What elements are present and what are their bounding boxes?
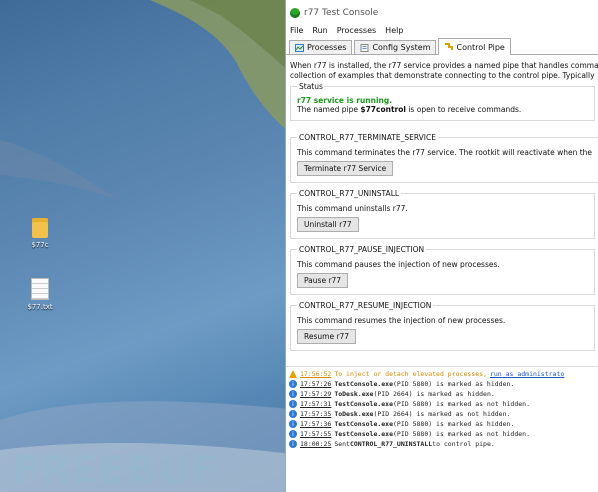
- log-command: CONTROL_R77_UNINSTALL: [349, 440, 433, 448]
- terminate-service-button[interactable]: Terminate r77 Service: [297, 161, 394, 176]
- log-timestamp[interactable]: 17:56:52: [300, 370, 331, 378]
- warning-icon: [289, 370, 297, 378]
- log-timestamp[interactable]: 18:00:25: [300, 440, 331, 448]
- menu-run[interactable]: Run: [312, 26, 327, 38]
- app-icon: [290, 8, 300, 18]
- pause-injection-group: CONTROL_R77_PAUSE_INJECTION This command…: [290, 245, 595, 295]
- log-text-prefix: Sent: [334, 440, 350, 448]
- command-description: This command resumes the injection of ne…: [297, 316, 506, 325]
- log-timestamp[interactable]: 17:57:26: [300, 380, 331, 388]
- log-text: (PID 5880) is marked as hidden.: [393, 420, 515, 428]
- uninstall-group: CONTROL_R77_UNINSTALL This command unins…: [290, 189, 595, 239]
- intro-text: When r77 is installed, the r77 service p…: [290, 61, 598, 81]
- log-timestamp[interactable]: 17:57:36: [300, 420, 331, 428]
- command-legend: CONTROL_R77_PAUSE_INJECTION: [299, 245, 425, 254]
- info-icon: i: [289, 430, 297, 438]
- command-description: This command terminates the r77 service.…: [297, 148, 593, 157]
- desktop-icon-label: $77.txt: [27, 303, 53, 311]
- log-process: TestConsole.exe: [334, 380, 394, 388]
- run-as-admin-link[interactable]: run as administrato: [490, 370, 564, 378]
- test-console-window: r77 Test Console File Run Processes Help…: [285, 0, 598, 492]
- window-title: r77 Test Console: [304, 8, 379, 18]
- resume-button[interactable]: Resume r77: [297, 329, 357, 344]
- desktop-icon-label: $77c: [31, 241, 49, 249]
- desktop-file-77txt[interactable]: $77.txt: [17, 278, 63, 311]
- menu-help[interactable]: Help: [385, 26, 403, 38]
- tab-processes[interactable]: Processes: [289, 40, 353, 54]
- log-panel[interactable]: 17:56:52 To inject or detach elevated pr…: [286, 366, 598, 492]
- log-timestamp[interactable]: 17:57:31: [300, 400, 331, 408]
- intro-line: When r77 is installed, the r77 service p…: [290, 61, 598, 70]
- command-legend: CONTROL_R77_RESUME_INJECTION: [299, 301, 432, 310]
- menu-processes[interactable]: Processes: [337, 26, 376, 38]
- terminate-service-group: CONTROL_R77_TERMINATE_SERVICE This comma…: [290, 133, 598, 183]
- command-legend: CONTROL_R77_TERMINATE_SERVICE: [299, 133, 436, 142]
- log-process: TestConsole.exe: [334, 420, 394, 428]
- log-text: (PID 5880) is marked as not hidden.: [393, 400, 530, 408]
- config-icon: [360, 43, 369, 52]
- processes-icon: [295, 43, 304, 52]
- log-process: ToDesk.exe: [334, 390, 374, 398]
- log-process: TestConsole.exe: [334, 430, 394, 438]
- log-timestamp[interactable]: 17:57:55: [300, 430, 331, 438]
- intro-line: collection of examples that demonstrate …: [290, 71, 595, 80]
- info-icon: i: [289, 380, 297, 388]
- uninstall-button[interactable]: Uninstall r77: [297, 217, 359, 232]
- log-line: i 17:57:29 ToDesk.exe (PID 2664) is mark…: [286, 389, 598, 399]
- title-bar[interactable]: r77 Test Console: [286, 0, 598, 26]
- log-line: i 18:00:25 Sent CONTROL_R77_UNINSTALL to…: [286, 439, 598, 449]
- folder-icon: [32, 218, 48, 238]
- log-process: TestConsole.exe: [334, 400, 394, 408]
- menu-bar: File Run Processes Help: [286, 26, 598, 38]
- log-timestamp[interactable]: 17:57:35: [300, 410, 331, 418]
- info-icon: i: [289, 440, 297, 448]
- info-icon: i: [289, 400, 297, 408]
- log-line: i 17:57:35 ToDesk.exe (PID 2664) is mark…: [286, 409, 598, 419]
- log-line: i 17:57:55 TestConsole.exe (PID 5880) is…: [286, 429, 598, 439]
- text-file-icon: [31, 278, 49, 300]
- tab-config-system[interactable]: Config System: [354, 40, 437, 54]
- log-text: (PID 5880) is marked as not hidden.: [393, 430, 530, 438]
- log-line: i 17:57:31 TestConsole.exe (PID 5880) is…: [286, 399, 598, 409]
- tab-label: Processes: [307, 43, 347, 52]
- status-group: Status r77 service is running. The named…: [290, 82, 595, 121]
- command-description: This command uninstalls r77.: [297, 204, 408, 213]
- tab-label: Control Pipe: [456, 42, 505, 52]
- watermark: FREEBUF: [12, 448, 219, 492]
- pipe-icon: [445, 43, 454, 50]
- log-timestamp[interactable]: 17:57:29: [300, 390, 331, 398]
- command-legend: CONTROL_R77_UNINSTALL: [299, 189, 400, 198]
- service-running-text: r77 service is running.: [297, 96, 393, 105]
- log-line: i 17:57:36 TestConsole.exe (PID 5880) is…: [286, 419, 598, 429]
- command-description: This command pauses the injection of new…: [297, 260, 500, 269]
- log-text: To inject or detach elevated processes,: [334, 370, 487, 378]
- tab-label: Config System: [372, 43, 431, 52]
- log-warning-line: 17:56:52 To inject or detach elevated pr…: [286, 369, 598, 379]
- log-text: (PID 5880) is marked as hidden.: [393, 380, 515, 388]
- status-legend: Status: [299, 82, 323, 91]
- pause-button[interactable]: Pause r77: [297, 273, 349, 288]
- menu-file[interactable]: File: [290, 26, 303, 38]
- tab-strip: Processes Config System Control Pipe: [286, 38, 598, 55]
- log-text: (PID 2664) is marked as hidden.: [373, 390, 495, 398]
- control-pipe-panel: When r77 is installed, the r77 service p…: [286, 55, 598, 355]
- pipe-status-text: The named pipe $77control is open to rec…: [297, 105, 588, 114]
- log-text: (PID 2664) is marked as not hidden.: [373, 410, 511, 418]
- log-text: to control pipe.: [432, 440, 495, 448]
- pipe-prefix: The named pipe: [297, 105, 361, 114]
- info-icon: i: [289, 390, 297, 398]
- pipe-name: $77control: [360, 105, 406, 114]
- info-icon: i: [289, 410, 297, 418]
- info-icon: i: [289, 420, 297, 428]
- log-line: i 17:57:26 TestConsole.exe (PID 5880) is…: [286, 379, 598, 389]
- pipe-suffix: is open to receive commands.: [405, 105, 522, 114]
- log-process: ToDesk.exe: [334, 410, 374, 418]
- resume-injection-group: CONTROL_R77_RESUME_INJECTION This comman…: [290, 301, 595, 351]
- tab-control-pipe[interactable]: Control Pipe: [438, 38, 511, 55]
- desktop-folder-77c[interactable]: $77c: [17, 218, 63, 249]
